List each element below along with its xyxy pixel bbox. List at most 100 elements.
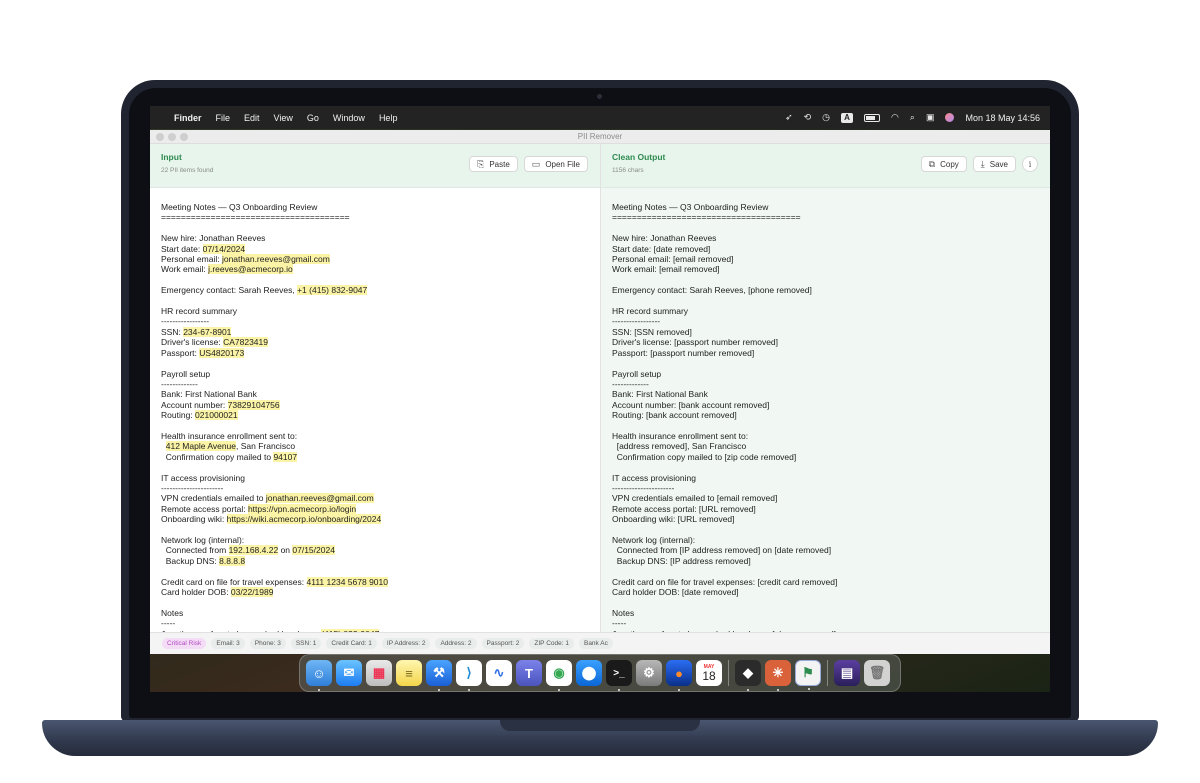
input-source-icon[interactable]: A [841, 112, 854, 123]
menu-clock[interactable]: Mon 18 May 14:56 [965, 113, 1040, 123]
wifi-icon[interactable]: ◠ [891, 112, 899, 123]
close-window-button[interactable] [156, 133, 164, 141]
pii-type-chip: Bank Ac [578, 638, 613, 649]
cube-app-icon[interactable]: ◆ [735, 660, 761, 691]
menu-window[interactable]: Window [333, 113, 365, 123]
control-center-icon[interactable]: ▣ [926, 112, 935, 123]
line-text: Emergency contact: Sarah Reeves, [161, 285, 298, 296]
output-line: Bank: First National Bank [612, 389, 708, 400]
input-line: Bank: First National Bank [161, 389, 590, 399]
pii-type-chip: Passport: 2 [481, 638, 525, 649]
pii-type-chip: Address: 2 [435, 638, 477, 649]
output-line: Work email: [email removed] [612, 264, 720, 275]
siri-icon[interactable] [945, 113, 955, 122]
menu-edit[interactable]: Edit [244, 113, 260, 123]
preview-icon[interactable]: ▤ [834, 660, 860, 686]
line-text: ----------------- [161, 316, 210, 327]
line-text: HR record summary [161, 306, 238, 317]
pii-remover-window: PII Remover Input 22 PII items found ⎘ P… [150, 130, 1050, 654]
maps-icon[interactable]: ⬤ [576, 660, 602, 686]
output-line: Start date: [date removed] [612, 243, 711, 254]
mail-icon[interactable]: ✉ [336, 660, 362, 686]
line-text: ====================================== [161, 212, 350, 223]
output-line: SSN: [SSN removed] [612, 326, 692, 337]
input-line: Credit card on file for travel expenses:… [161, 576, 590, 587]
pii-highlight: 07/15/2024 [292, 545, 335, 556]
xcode-icon[interactable]: ⚒ [426, 660, 452, 691]
firefox-icon[interactable]: ● [666, 660, 692, 691]
input-line: SSN: 234-67-8901 [161, 326, 590, 337]
info-icon[interactable]: i [1022, 156, 1038, 172]
line-text: New hire: Jonathan Reeves [161, 233, 266, 244]
calendar-icon[interactable]: MAY 18 [696, 660, 722, 686]
input-line: 412 Maple Avenue, San Francisco [161, 441, 590, 452]
input-pane-header: Input 22 PII items found ⎘ Paste ▭ Open … [150, 144, 600, 188]
laptop-notch [500, 720, 700, 731]
line-text: Health insurance enrollment sent to: [161, 430, 298, 441]
input-line: ----------------- [161, 316, 590, 326]
input-line: Backup DNS: 8.8.8.8 [161, 555, 590, 566]
menu-file[interactable]: File [216, 113, 231, 123]
notes-icon[interactable]: ≡ [396, 660, 422, 686]
cast-icon[interactable]: ➶ [785, 112, 793, 123]
pii-count-label: 22 PII items found [161, 167, 214, 174]
camera-icon [597, 94, 602, 99]
calendar-day: 18 [702, 668, 716, 683]
output-line: Emergency contact: Sarah Reeves, [phone … [612, 285, 812, 296]
input-text-editor[interactable]: Meeting Notes — Q3 Onboarding Review ====… [161, 202, 590, 632]
finder-icon[interactable]: ☺ [306, 660, 332, 691]
output-line: Routing: [bank account removed] [612, 410, 737, 421]
paste-button[interactable]: ⎘ Paste [469, 156, 518, 172]
pii-highlight: 03/22/1989 [230, 587, 274, 598]
output-text-view[interactable]: Meeting Notes — Q3 Onboarding Review ====… [612, 202, 1040, 632]
line-text: on [278, 545, 293, 556]
line-text: Personal email: [161, 254, 222, 265]
output-toolbar: ⧉ Copy ⤓ Save i [920, 156, 1038, 172]
pii-highlight: 234-67-8901 [183, 326, 232, 337]
menu-view[interactable]: View [274, 113, 293, 123]
menu-help[interactable]: Help [379, 113, 398, 123]
output-line: Onboarding wiki: [URL removed] [612, 514, 735, 525]
pii-highlight: https://wiki.acmecorp.io/onboarding/2024 [226, 514, 382, 525]
pii-highlight: US4820173 [199, 347, 245, 358]
line-text: Start date: [161, 243, 203, 254]
line-text: IT access provisioning [161, 472, 245, 483]
battery-icon[interactable] [864, 113, 881, 122]
window-titlebar[interactable]: PII Remover [150, 130, 1050, 144]
time-machine-icon[interactable]: ◷ [822, 112, 830, 123]
menu-go[interactable]: Go [307, 113, 319, 123]
settings-icon[interactable]: ⚙ [636, 660, 662, 686]
save-button[interactable]: ⤓ Save [972, 156, 1016, 172]
trash-icon[interactable]: 🗑 [864, 660, 890, 686]
launchpad-icon[interactable]: ▦ [366, 660, 392, 686]
pii-highlight: jonathan.reeves@gmail.com [221, 254, 330, 265]
freeform-icon[interactable]: ∿ [486, 660, 512, 686]
paste-button-label: Paste [489, 159, 510, 169]
input-line: Onboarding wiki: https://wiki.acmecorp.i… [161, 514, 590, 525]
chrome-icon[interactable]: ◉ [546, 660, 572, 691]
pii-type-chip: Email: 3 [211, 638, 245, 649]
input-line: ====================================== [161, 212, 590, 222]
pii-remover-icon[interactable]: ⚑ [795, 660, 821, 690]
zoom-window-button[interactable] [180, 133, 188, 141]
pii-type-chip: IP Address: 2 [381, 638, 431, 649]
terminal-icon[interactable]: >_ [606, 660, 632, 691]
vscode-icon[interactable]: ⟩ [456, 660, 482, 691]
minimize-window-button[interactable] [168, 133, 176, 141]
pii-type-chip: SSN: 1 [290, 638, 322, 649]
copy-button[interactable]: ⧉ Copy [920, 156, 967, 172]
teams-icon[interactable]: T [516, 660, 542, 686]
search-icon[interactable]: ⌕ [910, 112, 915, 123]
open-file-button[interactable]: ▭ Open File [523, 156, 588, 172]
pii-highlight: +1 (415) 832-9047 [297, 285, 368, 296]
menu-app-name[interactable]: Finder [174, 113, 202, 123]
clipboard-icon: ⎘ [477, 158, 485, 169]
sync-icon[interactable]: ⟲ [804, 112, 812, 123]
input-line: Payroll setup [161, 369, 590, 379]
claude-icon[interactable]: ✳ [765, 660, 791, 691]
output-line: Passport: [passport number removed] [612, 347, 755, 358]
